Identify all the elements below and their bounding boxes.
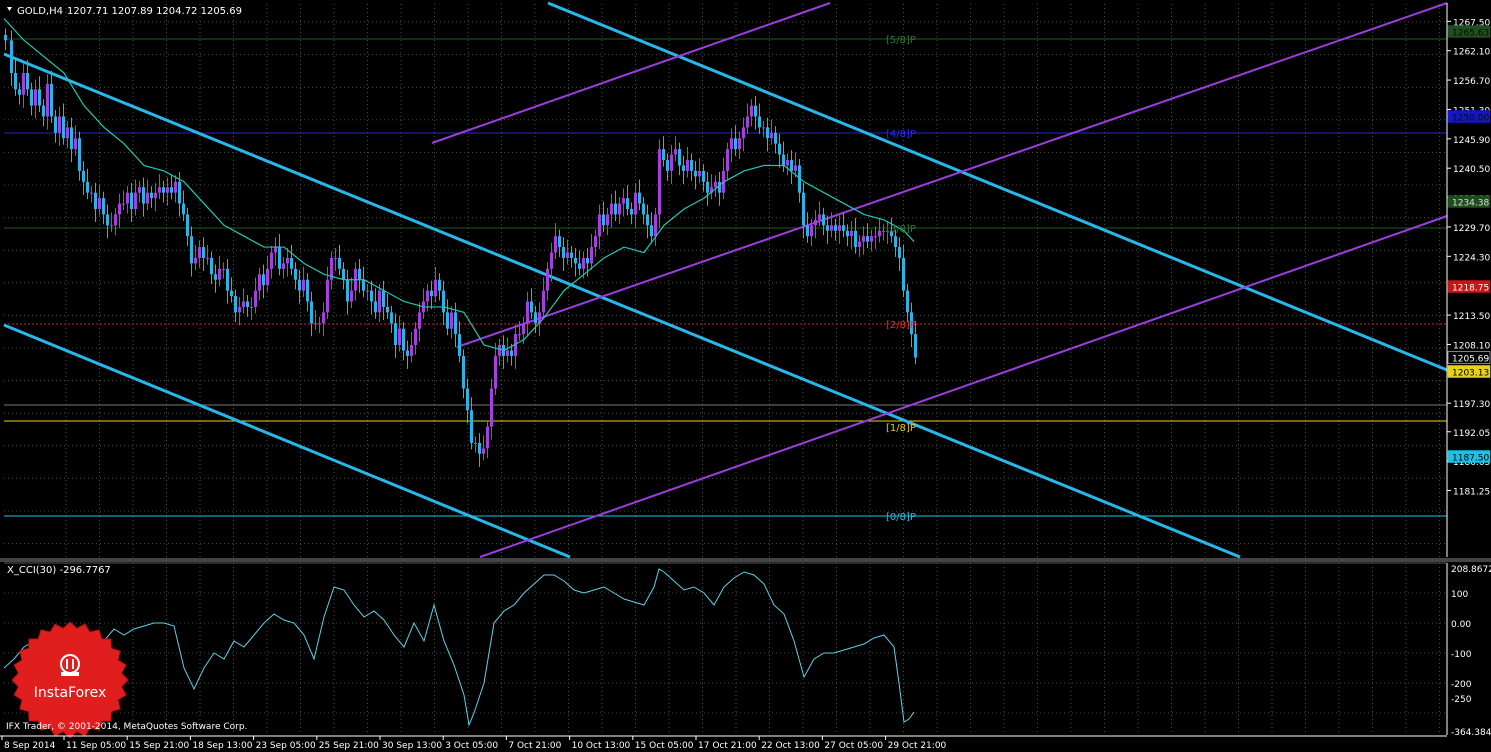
time-axis-label: 25 Sep 21:00 — [319, 741, 379, 751]
price-tag-label: 1187.50 — [1452, 454, 1489, 464]
price-tag: 1205.69 — [1447, 351, 1491, 365]
time-axis-label: 10 Oct 13:00 — [572, 741, 631, 751]
time-axis-label: 11 Sep 05:00 — [66, 741, 126, 751]
price-tag-label: 1265.63 — [1452, 28, 1489, 38]
time-axis-label: 29 Oct 21:00 — [888, 741, 947, 751]
time-axis-label: 17 Oct 21:00 — [698, 741, 757, 751]
cci-tick-label: -200 — [1451, 680, 1472, 690]
murrey-label: [0/8]P — [886, 512, 916, 523]
chart-header: GOLD,H4 1207.71 1207.89 1204.72 1205.69 — [7, 6, 242, 17]
price-tick-label: 1256.70 — [1453, 77, 1490, 87]
murrey-label: [1/8]P — [886, 423, 916, 434]
price-tag: 1218.75 — [1447, 280, 1491, 294]
time-axis-label: 15 Sep 21:00 — [129, 741, 189, 751]
price-tag-label: 1218.75 — [1452, 284, 1489, 294]
price-tick-label: 1192.05 — [1453, 429, 1490, 439]
time-axis-label: 3 Oct 05:00 — [445, 741, 498, 751]
price-tick-label: 1213.50 — [1453, 312, 1490, 322]
price-tag: 1187.50 — [1447, 450, 1491, 464]
time-axis-label: 8 Sep 2014 — [4, 741, 56, 751]
trading-chart[interactable]: 1267.501262.101256.701251.301245.901240.… — [0, 0, 1491, 752]
logo-text: InstaForex — [34, 685, 107, 701]
time-axis-label: 27 Oct 05:00 — [824, 741, 883, 751]
cci-tick-label: 100 — [1451, 590, 1468, 600]
murrey-label: [5/8]P — [886, 35, 916, 46]
cci-tick-label: -100 — [1451, 650, 1472, 660]
price-tag: 1203.13 — [1447, 365, 1491, 378]
murrey-label: [3/8]P — [886, 224, 916, 235]
cci-tick-label: 208.8672 — [1451, 565, 1491, 575]
price-tag-label: 1205.69 — [1452, 355, 1489, 365]
time-axis-label: 23 Sep 05:00 — [256, 741, 316, 751]
price-tag-label: 1250.00 — [1452, 114, 1489, 124]
indicator-title: X_CCI(30) -296.7767 — [7, 565, 111, 576]
price-tag: 1250.00 — [1447, 110, 1491, 124]
price-tag: 1265.63 — [1447, 25, 1491, 38]
ohlc-readout: 1207.71 1207.89 1204.72 1205.69 — [67, 6, 242, 17]
logo-badge — [11, 621, 129, 739]
price-tick-label: 1197.30 — [1453, 400, 1490, 410]
time-axis-label: 15 Oct 05:00 — [635, 741, 694, 751]
time-axis-label: 30 Sep 13:00 — [382, 741, 442, 751]
price-tick-label: 1262.10 — [1453, 48, 1490, 58]
price-tag: 1234.38 — [1447, 195, 1491, 208]
murrey-label: [4/8]P — [886, 129, 916, 140]
cci-tick-label: 0.00 — [1451, 620, 1471, 630]
price-tick-label: 1181.25 — [1453, 488, 1490, 498]
price-tick-label: 1208.10 — [1453, 341, 1490, 351]
price-tick-label: 1240.50 — [1453, 165, 1490, 175]
copyright-text: IFX Trader, © 2001-2014, MetaQuotes Soft… — [6, 722, 247, 732]
price-tick-label: 1224.30 — [1453, 253, 1490, 263]
murrey-label: [2/8]P — [886, 320, 916, 331]
price-tick-label: 1245.90 — [1453, 136, 1490, 146]
price-tick-label: 1229.70 — [1453, 224, 1490, 234]
instaforex-logo: InstaForex — [11, 621, 129, 739]
time-axis-label: 18 Sep 13:00 — [192, 741, 252, 751]
symbol-label: GOLD,H4 — [17, 6, 63, 17]
time-axis-label: 7 Oct 21:00 — [508, 741, 561, 751]
candle — [658, 139, 661, 228]
cci-tick-label: -364.3846 — [1451, 728, 1491, 738]
cci-tick-label: -250 — [1451, 695, 1472, 705]
time-axis-label: 22 Oct 13:00 — [761, 741, 820, 751]
price-tag-label: 1203.13 — [1452, 368, 1489, 378]
price-tag-label: 1234.38 — [1452, 198, 1489, 208]
